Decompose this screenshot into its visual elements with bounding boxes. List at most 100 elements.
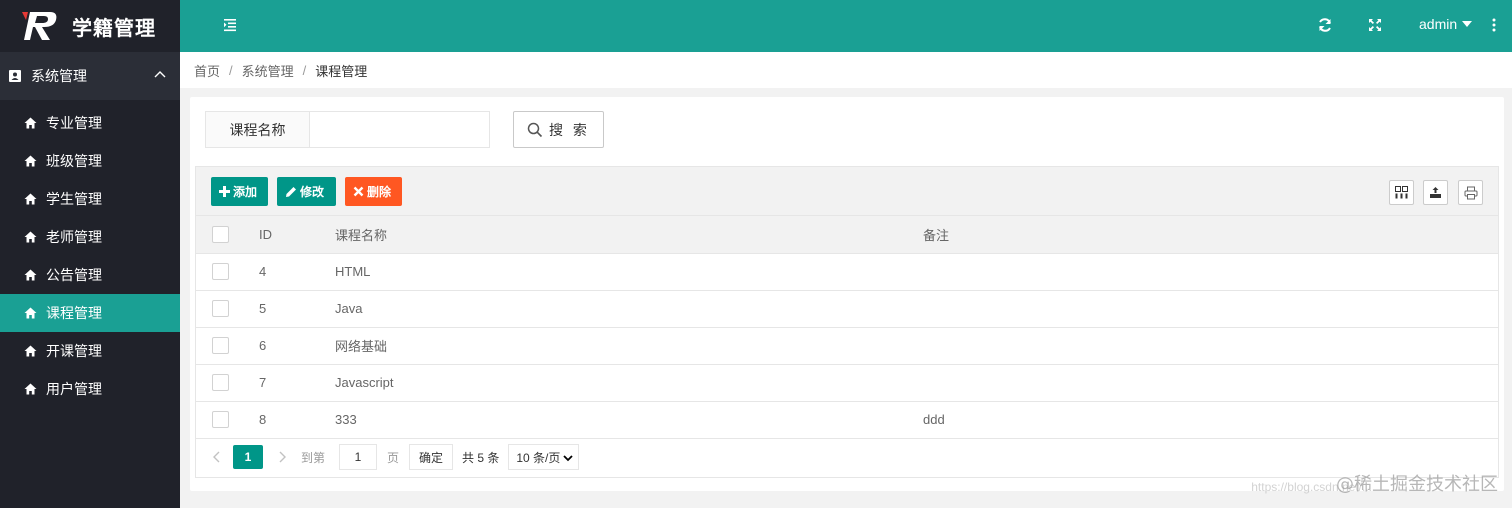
row-checkbox-cell	[196, 401, 244, 439]
breadcrumb: 首页 / 系统管理 / 课程管理	[180, 52, 1512, 88]
close-icon	[353, 186, 364, 197]
export-button[interactable]	[1423, 180, 1448, 205]
cell-name: Javascript	[320, 364, 908, 402]
sidebar-item-label: 老师管理	[46, 229, 102, 245]
page-unit-label: 页	[387, 450, 400, 465]
page-size-select[interactable]: 10 条/页	[508, 444, 580, 470]
sidebar-item-label: 班级管理	[46, 153, 102, 169]
table-toolbar: 添加 修改 删除	[196, 167, 1498, 216]
goto-confirm-button[interactable]: 确定	[409, 444, 454, 470]
cell-name: 333	[320, 401, 908, 439]
user-menu[interactable]: admin	[1419, 16, 1473, 32]
cell-id: 7	[244, 364, 320, 402]
table-row[interactable]: 4 HTML	[196, 253, 1498, 291]
search-button[interactable]: 搜 索	[513, 111, 604, 148]
cell-note	[908, 327, 1498, 365]
menu-toggle-icon[interactable]	[221, 16, 239, 34]
add-button[interactable]: 添加	[211, 177, 268, 206]
cell-name: HTML	[320, 253, 908, 291]
username: admin	[1419, 16, 1458, 32]
row-checkbox[interactable]	[212, 300, 229, 317]
row-checkbox[interactable]	[212, 337, 229, 354]
home-icon	[24, 383, 37, 395]
delete-button[interactable]: 删除	[345, 177, 402, 206]
columns-filter-button[interactable]	[1389, 180, 1414, 205]
breadcrumb-separator: /	[302, 62, 307, 78]
chevron-right-icon[interactable]	[275, 450, 289, 464]
breadcrumb-current: 课程管理	[315, 63, 368, 79]
contact-book-icon	[9, 70, 21, 82]
column-header-id[interactable]: ID	[244, 216, 320, 254]
row-checkbox-cell	[196, 327, 244, 365]
search-label: 课程名称	[205, 111, 310, 148]
header-checkbox-cell	[196, 216, 244, 254]
goto-label: 到第	[301, 450, 326, 465]
cell-id: 8	[244, 401, 320, 439]
row-checkbox-cell	[196, 290, 244, 328]
chevron-up-icon	[154, 71, 166, 78]
table-header-row: ID 课程名称 备注	[196, 216, 1498, 254]
select-all-checkbox[interactable]	[212, 225, 229, 243]
export-icon	[1430, 187, 1441, 198]
sidebar-item-course[interactable]: 课程管理	[0, 294, 180, 332]
row-checkbox[interactable]	[212, 263, 229, 280]
print-button[interactable]	[1458, 180, 1483, 205]
sidebar-item-open-course[interactable]: 开课管理	[0, 332, 180, 370]
search-button-label: 搜 索	[549, 121, 590, 138]
delete-button-label: 删除	[367, 185, 392, 199]
home-icon	[24, 155, 37, 167]
cell-id: 4	[244, 253, 320, 291]
logo[interactable]: 学籍管理	[0, 0, 180, 52]
logo-r-icon	[22, 12, 57, 40]
total-count: 共 5 条	[462, 450, 500, 465]
refresh-icon[interactable]	[1316, 16, 1334, 34]
table-row[interactable]: 8 333 ddd	[196, 401, 1498, 439]
sidebar-item-notice[interactable]: 公告管理	[0, 256, 180, 294]
sidebar: 学籍管理 系统管理 专业管理 班级管理 学生管理 老师管理 公告管理 课程管理 …	[0, 0, 180, 508]
add-button-label: 添加	[233, 185, 258, 199]
top-header: admin	[180, 0, 1512, 52]
goto-page-input[interactable]	[339, 444, 378, 470]
column-header-note[interactable]: 备注	[908, 216, 1498, 254]
table-row[interactable]: 7 Javascript	[196, 364, 1498, 402]
sidebar-item-label: 课程管理	[46, 305, 102, 321]
more-vertical-icon[interactable]	[1490, 16, 1498, 34]
sidebar-group-label: 系统管理	[31, 68, 87, 84]
row-checkbox[interactable]	[212, 374, 229, 391]
cell-id: 5	[244, 290, 320, 328]
sidebar-group-system[interactable]: 系统管理	[0, 52, 180, 100]
search-icon	[527, 122, 543, 137]
sidebar-item-user[interactable]: 用户管理	[0, 370, 180, 408]
edit-button[interactable]: 修改	[277, 177, 336, 206]
sidebar-item-teacher[interactable]: 老师管理	[0, 218, 180, 256]
breadcrumb-home[interactable]: 首页	[194, 61, 220, 80]
breadcrumb-system[interactable]: 系统管理	[242, 61, 294, 80]
cell-name: Java	[320, 290, 908, 328]
edit-button-label: 修改	[300, 185, 325, 199]
sidebar-item-student[interactable]: 学生管理	[0, 180, 180, 218]
course-name-input[interactable]	[309, 111, 490, 148]
row-checkbox[interactable]	[212, 411, 229, 428]
page-current[interactable]: 1	[233, 445, 263, 469]
table-row[interactable]: 6 网络基础	[196, 327, 1498, 365]
column-header-name[interactable]: 课程名称	[320, 216, 908, 254]
cell-note	[908, 364, 1498, 402]
home-icon	[24, 193, 37, 205]
row-checkbox-cell	[196, 253, 244, 291]
main-card: 课程名称 搜 索 添加 修改 删除 ID 课程名称 备注 4 HTML 5 Ja…	[190, 97, 1504, 491]
pagination: 1 到第 页 确定 共 5 条 10 条/页	[196, 439, 1498, 476]
chevron-left-icon[interactable]	[210, 450, 224, 464]
row-checkbox-cell	[196, 364, 244, 402]
sidebar-item-label: 公告管理	[46, 267, 102, 283]
chevron-down-icon	[563, 455, 574, 462]
home-icon	[24, 117, 37, 129]
sidebar-item-class[interactable]: 班级管理	[0, 142, 180, 180]
pencil-icon	[286, 186, 296, 197]
print-icon	[1464, 186, 1477, 199]
app-title: 学籍管理	[72, 15, 156, 40]
sidebar-item-major[interactable]: 专业管理	[0, 104, 180, 142]
breadcrumb-separator: /	[229, 62, 233, 78]
table-row[interactable]: 5 Java	[196, 290, 1498, 328]
home-icon	[24, 307, 37, 319]
fullscreen-icon[interactable]	[1366, 16, 1384, 34]
